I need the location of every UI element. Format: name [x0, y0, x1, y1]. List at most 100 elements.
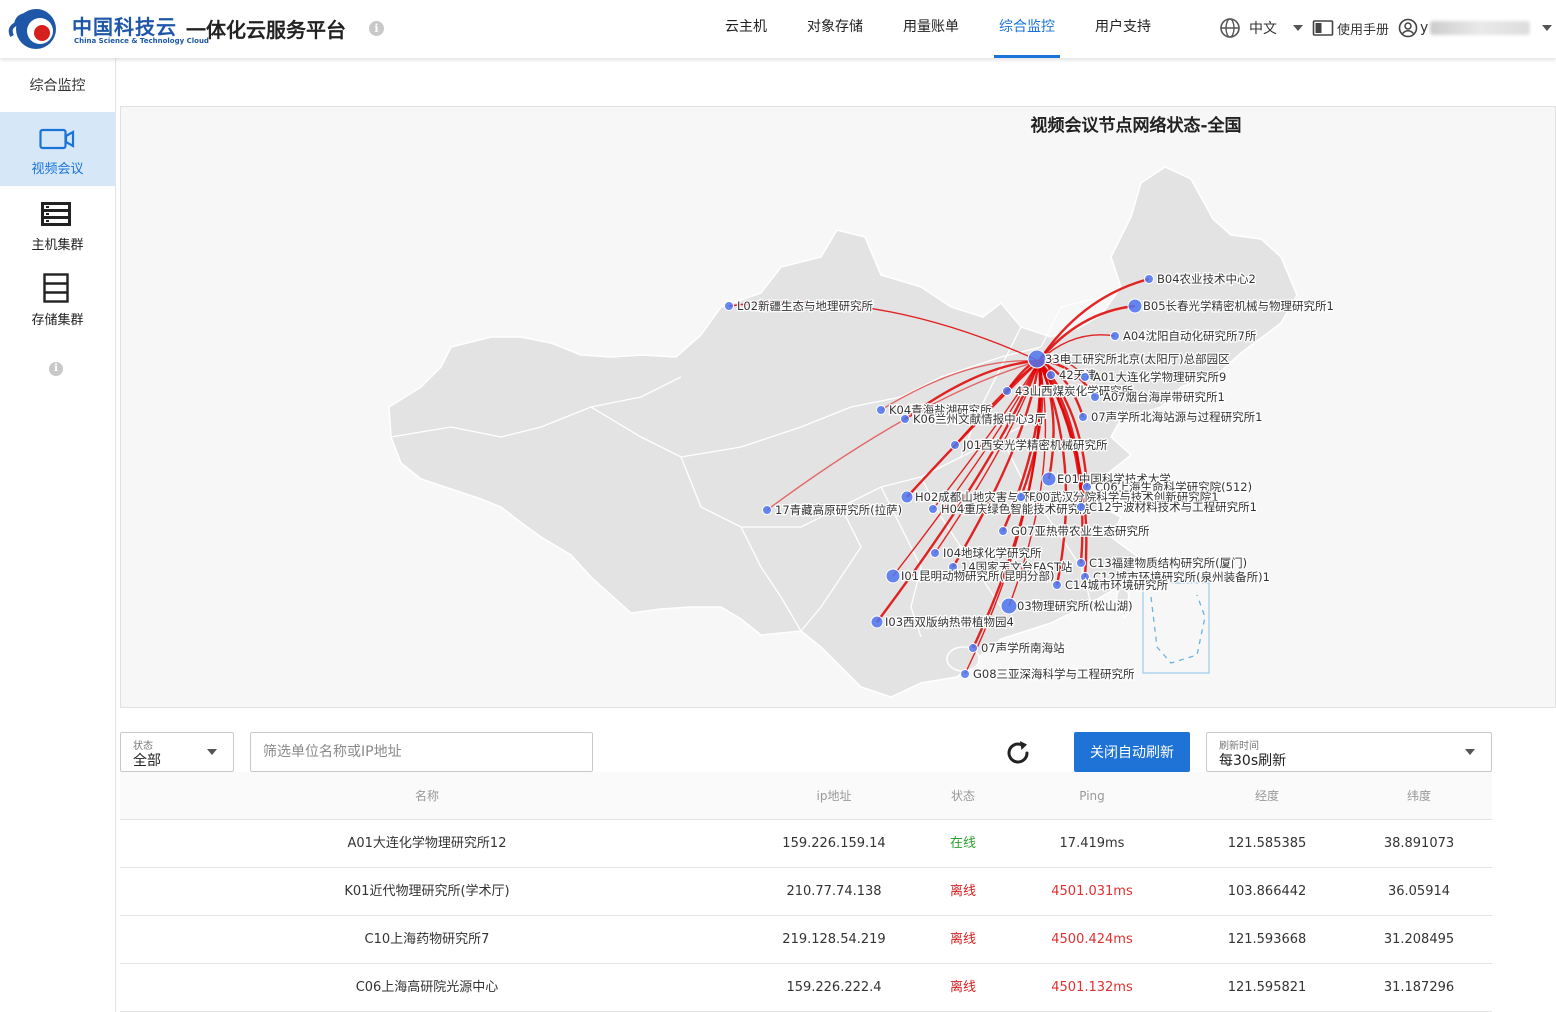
cell-longitude: 121.595821 — [1227, 980, 1307, 995]
toggle-auto-refresh-button[interactable]: 关闭自动刷新 — [1074, 732, 1190, 772]
map-node-label: 07声学所北海站源与过程研究所1 — [1091, 410, 1262, 424]
map-node[interactable] — [1110, 331, 1120, 341]
map-node[interactable] — [1000, 597, 1018, 615]
table-row[interactable]: C10上海药物研究所7 219.128.54.219 离线 4500.424ms… — [120, 916, 1492, 964]
map-node[interactable] — [930, 548, 940, 558]
table-row[interactable]: A01大连化学物理研究所12 159.226.159.14 在线 17.419m… — [120, 820, 1492, 868]
sidebar-item-host-cluster[interactable]: 主机集群 — [0, 188, 115, 262]
search-input[interactable] — [250, 732, 593, 772]
column-header-state[interactable]: 状态 — [904, 772, 1022, 820]
language-selector[interactable]: 中文 — [1219, 16, 1303, 40]
map-node-label: C13福建物质结构研究所(厦门) — [1089, 556, 1247, 570]
map-node-label: G07亚热带农业生态研究所 — [1011, 524, 1150, 538]
map-node[interactable] — [876, 405, 886, 415]
map-node[interactable] — [762, 505, 772, 515]
video-icon — [39, 128, 75, 150]
map-node-label: A04沈阳自动化研究所7所 — [1123, 329, 1257, 343]
user-icon — [1398, 18, 1418, 38]
nav-item-object-storage[interactable]: 对象存储 — [800, 0, 870, 58]
map-node-label: G08三亚深海科学与工程研究所 — [973, 667, 1135, 681]
map-node[interactable] — [1016, 492, 1026, 502]
map-node-label: C12宁波材料技术与工程研究所1 — [1089, 500, 1257, 514]
table-row[interactable]: C06上海高研院光源中心 159.226.222.4 离线 4501.132ms… — [120, 964, 1492, 1012]
map-node[interactable] — [960, 669, 970, 679]
globe-icon — [1220, 18, 1240, 38]
map-node[interactable] — [998, 526, 1008, 536]
cell-ping: 4500.424ms — [1051, 932, 1133, 947]
map-node[interactable] — [1041, 471, 1057, 487]
column-header-ping[interactable]: Ping — [1022, 772, 1162, 820]
map-node[interactable] — [1076, 502, 1086, 512]
sidebar-item-video-conference[interactable]: 视频会议 — [0, 112, 115, 186]
chevron-down-icon — [207, 749, 217, 755]
manual-link[interactable]: 使用手册 — [1312, 16, 1389, 40]
map-node-label: J01西安光学精密机械研究所 — [962, 438, 1108, 452]
info-icon[interactable]: i — [369, 21, 384, 36]
status-filter-select[interactable]: 状态 全部 — [120, 732, 234, 772]
map-node[interactable] — [1090, 392, 1100, 402]
user-menu[interactable]: y — [1398, 16, 1553, 40]
brand-name: 中国科技云 — [72, 15, 177, 39]
sidebar-item-storage-cluster[interactable]: 存储集群 — [0, 264, 115, 338]
info-icon[interactable]: i — [49, 362, 63, 376]
map-node[interactable] — [1078, 412, 1088, 422]
column-header-latitude[interactable]: 纬度 — [1346, 772, 1492, 820]
map-node[interactable] — [1144, 274, 1154, 284]
column-header-name[interactable]: 名称 — [120, 772, 734, 820]
cell-name: C06上海高研院光源中心 — [355, 980, 499, 995]
map-node[interactable] — [1052, 580, 1062, 590]
sidebar-title: 综合监控 — [29, 78, 86, 94]
map-node[interactable] — [1046, 370, 1056, 380]
cell-longitude: 103.866442 — [1227, 884, 1307, 899]
cell-latitude: 38.891073 — [1383, 836, 1455, 851]
cell-ping: 17.419ms — [1059, 836, 1125, 851]
nav-item-user-support[interactable]: 用户支持 — [1088, 0, 1158, 58]
map-node-label: B05长春光学精密机械与物理研究所1 — [1143, 299, 1334, 313]
network-map-panel: L02新疆生态与地理研究所 B04农业技术中心2 B05长春光学精密机械与物理研究所… — [120, 106, 1556, 708]
book-icon — [1312, 20, 1334, 36]
nav-item-usage-bill[interactable]: 用量账单 — [896, 0, 966, 58]
cell-state: 离线 — [949, 884, 976, 899]
map-node-label: 03物理研究所(松山湖) — [1017, 599, 1133, 613]
map-node-label: I04地球化学研究所 — [943, 546, 1042, 560]
cell-ping: 4501.132ms — [1051, 980, 1133, 995]
refresh-interval-select[interactable]: 刷新时间 每30s刷新 — [1206, 732, 1492, 772]
nav-item-cloud-host[interactable]: 云主机 — [718, 0, 774, 58]
map-node[interactable] — [1027, 349, 1047, 369]
map-node-label: A01大连化学物理研究所9 — [1093, 370, 1226, 384]
map-node[interactable] — [724, 301, 734, 311]
map-node[interactable] — [1080, 372, 1090, 382]
user-name-redacted — [1430, 21, 1531, 35]
table-header: 名称 ip地址 状态 Ping 经度 纬度 — [120, 772, 1492, 820]
cell-latitude: 31.187296 — [1383, 980, 1455, 995]
nav-item-monitoring[interactable]: 综合监控 — [994, 0, 1060, 58]
column-header-longitude[interactable]: 经度 — [1188, 772, 1346, 820]
chevron-down-icon — [1542, 25, 1553, 31]
refresh-icon[interactable] — [1003, 738, 1033, 768]
map-node[interactable] — [928, 504, 938, 514]
map-node[interactable] — [950, 440, 960, 450]
sidebar-item-label: 存储集群 — [31, 313, 84, 328]
map-node-label: H04重庆绿色智能技术研究院 — [941, 502, 1091, 516]
map-node-label: K06兰州文献情报中心3厅 — [913, 412, 1046, 426]
cell-latitude: 36.05914 — [1387, 884, 1451, 899]
map-node-label: 33电工研究所北京(太阳厅)总部园区 — [1045, 352, 1230, 366]
map-node[interactable] — [1127, 298, 1143, 314]
map-node[interactable] — [870, 615, 884, 629]
sidebar: 综合监控 视频会议 主机集群 存储集群 i — [0, 58, 116, 1012]
map-title: 视频会议节点网络状态-全国 — [1030, 116, 1242, 136]
cell-state: 离线 — [949, 932, 976, 947]
map-node[interactable] — [1002, 386, 1012, 396]
map-node[interactable] — [1076, 558, 1086, 568]
chevron-down-icon — [1293, 25, 1303, 31]
map-node[interactable] — [968, 643, 978, 653]
table-row[interactable]: K01近代物理研究所(学术厅) 210.77.74.138 离线 4501.03… — [120, 868, 1492, 916]
status-filter-value: 全部 — [133, 753, 161, 769]
map-node[interactable] — [900, 414, 910, 424]
map-node[interactable] — [900, 490, 914, 504]
sidebar-item-label: 视频会议 — [31, 162, 84, 177]
cell-ping: 4501.031ms — [1051, 884, 1133, 899]
map-node-label: 17青藏高原研究所(拉萨) — [775, 503, 902, 517]
cell-name: C10上海药物研究所7 — [364, 932, 490, 947]
map-node[interactable] — [885, 568, 901, 584]
